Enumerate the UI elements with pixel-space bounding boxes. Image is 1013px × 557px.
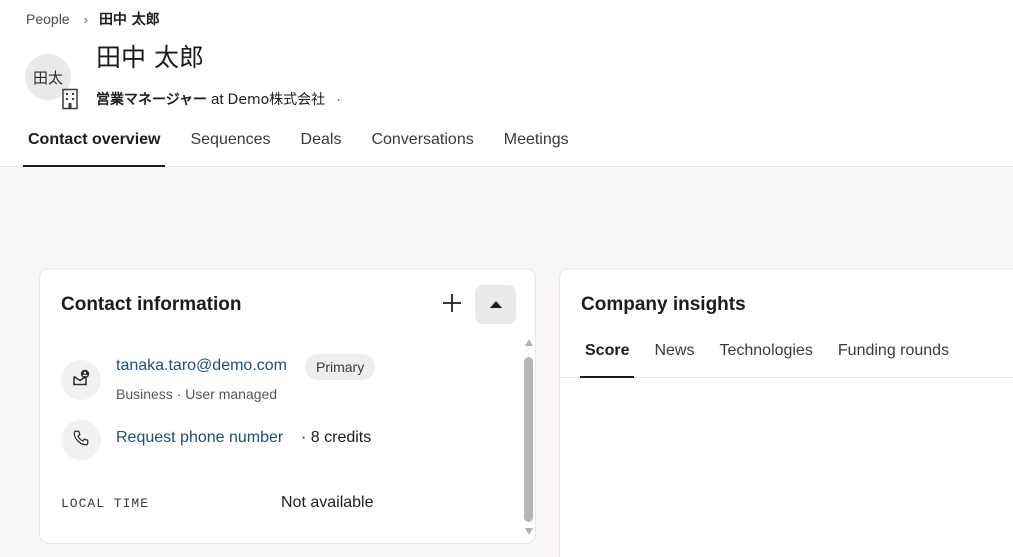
tab-funding-rounds[interactable]: Funding rounds (833, 329, 954, 377)
breadcrumb-people-link[interactable]: People (26, 11, 70, 27)
contact-subtitle: 営業マネージャー at Demo株式会社 · (61, 88, 341, 110)
email-address-link[interactable]: tanaka.taro@demo.com (116, 357, 287, 375)
tab-technologies[interactable]: Technologies (714, 329, 817, 377)
email-icon (71, 369, 91, 392)
phone-credits: · 8 credits (301, 429, 372, 446)
building-icon (61, 88, 81, 110)
phone-icon-container (61, 420, 101, 460)
local-time-value: Not available (281, 494, 374, 511)
dot-separator: · (336, 90, 342, 108)
contact-information-card: Contact information tanaka.taro@demo.com… (39, 268, 536, 544)
tab-sequences[interactable]: Sequences (185, 118, 275, 167)
tab-contact-overview[interactable]: Contact overview (23, 118, 166, 167)
plus-icon (442, 293, 462, 318)
email-meta: Business · User managed (116, 386, 278, 402)
page-title: 田中 太郎 (96, 43, 204, 72)
scroll-thumb[interactable] (524, 357, 533, 522)
scroll-down-arrow-icon[interactable] (525, 528, 533, 535)
company-insights-tabs: Score News Technologies Funding rounds (560, 329, 1013, 378)
company-insights-title: Company insights (581, 294, 746, 315)
breadcrumb-separator: › (83, 11, 88, 27)
caret-up-icon (489, 296, 503, 314)
local-time-label: LOCAL TIME (61, 496, 150, 511)
company-insights-card: Company insights Score News Technologies… (559, 268, 1013, 557)
phone-icon (72, 429, 90, 452)
collapse-card-button[interactable] (475, 285, 516, 324)
job-title: 営業マネージャー (96, 92, 208, 108)
primary-badge: Primary (305, 354, 376, 380)
card-scrollbar[interactable] (522, 339, 536, 539)
breadcrumb-current: 田中 太郎 (98, 12, 160, 28)
tab-conversations[interactable]: Conversations (366, 118, 478, 167)
contact-information-title: Contact information (61, 294, 242, 315)
tab-deals[interactable]: Deals (296, 118, 347, 167)
breadcrumb: People › 田中 太郎 (26, 9, 160, 29)
tab-score[interactable]: Score (580, 329, 635, 378)
request-phone-number-link[interactable]: Request phone number (116, 429, 283, 447)
scroll-up-arrow-icon[interactable] (525, 339, 533, 346)
add-contact-info-button[interactable] (437, 287, 467, 323)
at-word: at (211, 90, 224, 108)
tab-news[interactable]: News (649, 329, 699, 377)
email-icon-container (61, 360, 101, 400)
company-link[interactable]: Demo株式会社 (228, 89, 326, 109)
contact-header: People › 田中 太郎 田太 田中 太郎 営業マネージャー at Demo… (0, 0, 1013, 167)
tab-meetings[interactable]: Meetings (499, 118, 574, 167)
contact-tabs: Contact overview Sequences Deals Convers… (23, 118, 594, 167)
